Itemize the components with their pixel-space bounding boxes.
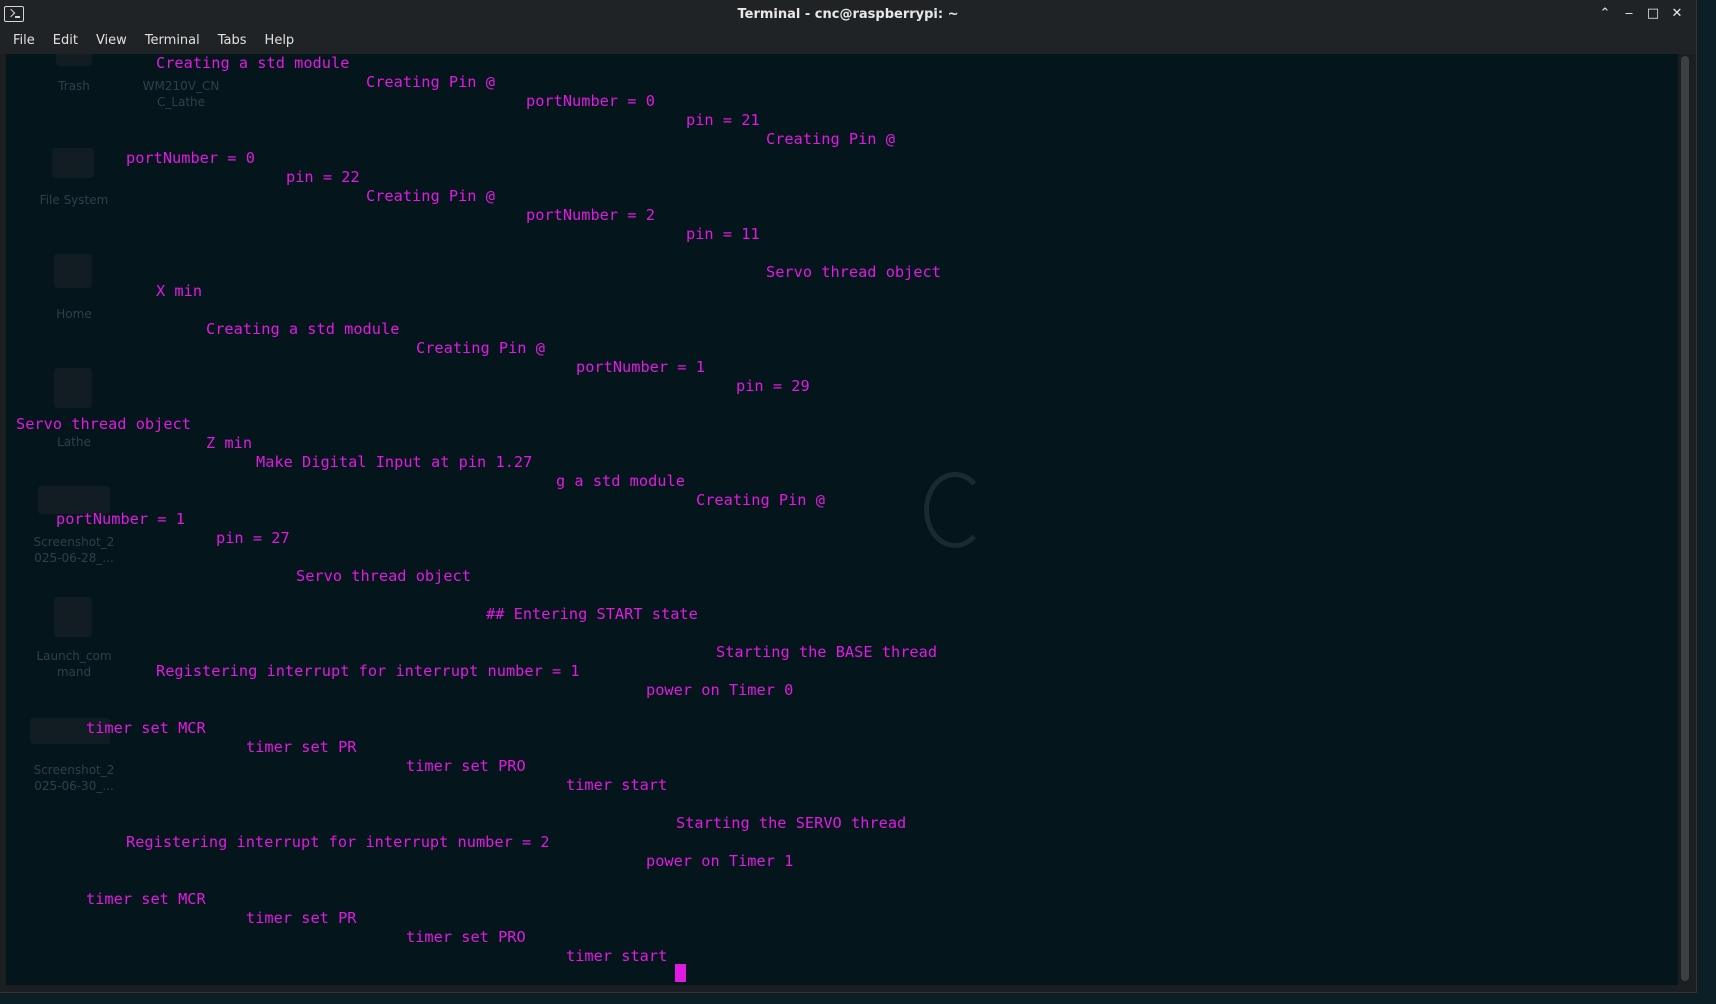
desktop-label-launch-1: Launch_com [36,649,112,663]
menu-file[interactable]: File [4,30,44,54]
desktop-label-launch-2: mand [56,665,92,679]
output-line: power on Timer 1 [646,852,794,870]
output-line: Registering interrupt for interrupt numb… [156,662,580,680]
output-line: portNumber = 0 [126,149,255,167]
window-title: Terminal - cnc@raspberrypi: ~ [737,7,959,22]
output-line: g a std module [556,472,685,490]
menu-terminal[interactable]: Terminal [136,30,209,54]
maximize-icon[interactable]: □ [1644,5,1662,23]
debian-swirl-logo [924,472,986,548]
terminal-cursor [675,964,686,982]
output-line: timer set PR [246,909,357,927]
output-line: Servo thread object [16,415,191,433]
output-line: Creating Pin @ [366,187,495,205]
desktop-label-lathe: Lathe [57,435,91,449]
output-line: portNumber = 2 [526,206,655,224]
output-line: Registering interrupt for interrupt numb… [126,833,550,851]
desktop-label-wm210v-2: C_Lathe [156,95,206,109]
output-line: timer set MCR [86,890,206,908]
output-line: pin = 27 [216,529,290,547]
output-line: Creating Pin @ [366,73,495,91]
chevron-up-icon[interactable]: ⌃ [1596,5,1614,23]
desktop-label-trash: Trash [58,79,90,93]
output-line: portNumber = 0 [526,92,655,110]
output-line: timer start [566,776,668,794]
output-line: pin = 11 [686,225,760,243]
terminal-window: Terminal - cnc@raspberrypi: ~ ⌃ ‒ □ ✕ Fi… [0,0,1697,993]
minimize-icon[interactable]: ‒ [1620,5,1638,23]
desktop-label-screenshot-1b: 025-06-28_... [34,551,114,565]
output-line: timer set MCR [86,719,206,737]
output-line: X min [156,282,203,300]
output-line: ## Entering START state [486,605,698,623]
lathe-icon [54,368,92,408]
output-line: Servo thread object [766,263,941,281]
output-line: Creating a std module [206,320,400,338]
desktop-label-home: Home [56,307,92,321]
output-line: portNumber = 1 [576,358,705,376]
output-line: pin = 29 [736,377,810,395]
vertical-scrollbar[interactable] [1678,54,1692,985]
desktop-label-screenshot-2a: Screenshot_2 [33,763,115,777]
output-line: Starting the SERVO thread [676,814,907,832]
launch-script-icon [54,597,92,637]
output-line: Z min [206,434,253,452]
desktop-label-screenshot-1a: Screenshot_2 [33,535,115,549]
trash-icon [56,54,92,66]
output-line: pin = 22 [286,168,360,186]
menu-bar: File Edit View Terminal Tabs Help [0,30,1696,54]
terminal-output[interactable]: Trash WM210V_CN C_Lathe File System Home… [6,54,1678,985]
scrollbar-thumb[interactable] [1681,56,1689,981]
desktop-label-screenshot-2b: 025-06-30_... [34,779,114,793]
output-line: Creating Pin @ [416,339,545,357]
output-line: timer set PR [246,738,357,756]
drive-icon [52,148,94,178]
output-line: pin = 21 [686,111,760,129]
output-line: Creating a std module [156,54,350,72]
close-icon[interactable]: ✕ [1668,5,1686,23]
output-line: power on Timer 0 [646,681,794,699]
menu-help[interactable]: Help [256,30,304,54]
home-folder-icon [54,254,92,288]
desktop-label-file-system: File System [39,193,109,207]
menu-tabs[interactable]: Tabs [209,30,256,54]
output-line: Creating Pin @ [766,130,895,148]
output-line: Servo thread object [296,567,471,585]
output-line: timer set PRO [406,757,526,775]
output-line: Creating Pin @ [696,491,825,509]
title-bar[interactable]: Terminal - cnc@raspberrypi: ~ ⌃ ‒ □ ✕ [0,0,1696,30]
menu-view[interactable]: View [87,30,136,54]
output-line: portNumber = 1 [56,510,185,528]
output-line: timer start [566,947,668,965]
output-line: Starting the BASE thread [716,643,938,661]
output-line: timer set PRO [406,928,526,946]
output-line: Make Digital Input at pin 1.27 [256,453,533,471]
desktop-label-wm210v-1: WM210V_CN [142,79,220,93]
menu-edit[interactable]: Edit [44,30,87,54]
